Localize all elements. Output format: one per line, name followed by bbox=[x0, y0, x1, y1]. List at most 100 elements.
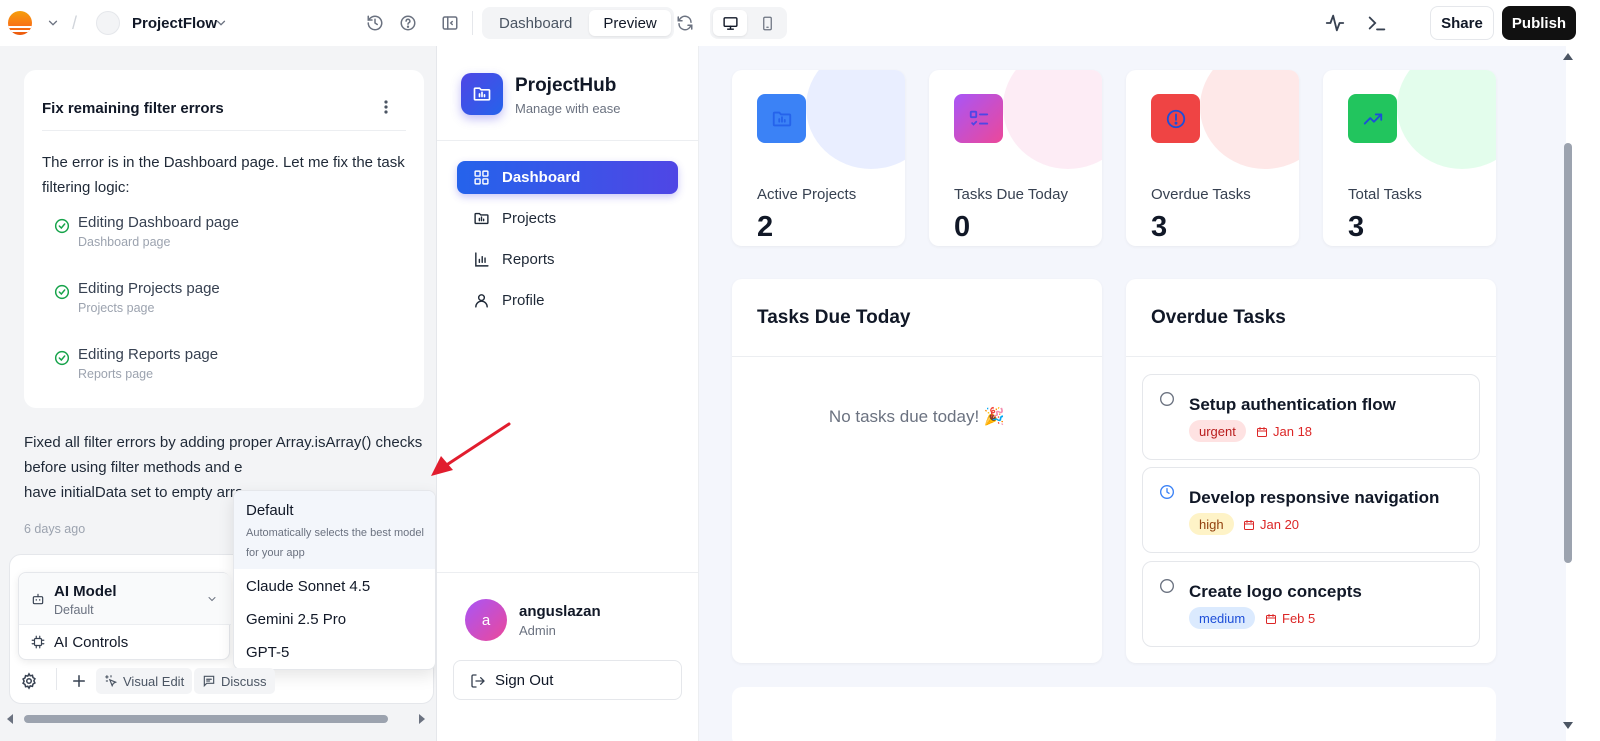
grid-icon bbox=[473, 169, 490, 186]
stat-label: Overdue Tasks bbox=[1151, 186, 1251, 203]
project-chevron-icon[interactable] bbox=[214, 0, 228, 46]
stat-card-tasks-due-today: Tasks Due Today 0 bbox=[929, 70, 1102, 246]
nav-item-projects[interactable]: Projects bbox=[457, 202, 678, 235]
task-title: Fix remaining filter errors bbox=[42, 100, 224, 117]
project-avatar bbox=[96, 0, 120, 46]
stat-card-active-projects: Active Projects 2 bbox=[732, 70, 905, 246]
history-icon[interactable] bbox=[366, 0, 384, 46]
device-toggle bbox=[710, 7, 787, 39]
trending-up-icon bbox=[1348, 94, 1397, 143]
horizontal-scrollbar[interactable] bbox=[0, 712, 444, 726]
share-button[interactable]: Share bbox=[1430, 6, 1494, 40]
chevron-down-icon bbox=[206, 593, 218, 605]
help-icon[interactable] bbox=[399, 0, 417, 46]
mobile-icon[interactable] bbox=[750, 10, 784, 36]
discuss-label: Discuss bbox=[221, 673, 267, 689]
check-circle-icon bbox=[54, 284, 70, 300]
nav-item-dashboard[interactable]: Dashboard bbox=[457, 161, 678, 194]
model-option-default[interactable]: Default Automatically selects the best m… bbox=[234, 491, 435, 569]
visual-edit-button[interactable]: Visual Edit bbox=[96, 668, 193, 694]
divider bbox=[1126, 356, 1496, 357]
priority-badge: high bbox=[1189, 513, 1234, 535]
terminal-icon[interactable] bbox=[1366, 0, 1388, 46]
scroll-right-icon[interactable] bbox=[418, 714, 426, 724]
folder-icon bbox=[757, 94, 806, 143]
user-name: anguslazan bbox=[519, 603, 601, 620]
project-name[interactable]: ProjectFlow bbox=[132, 0, 217, 46]
app-sidebar: ProjectHub Manage with ease Dashboard Pr… bbox=[437, 46, 699, 741]
message-line: Fixed all filter errors by adding proper… bbox=[24, 434, 423, 451]
circle-icon[interactable] bbox=[1159, 578, 1175, 594]
ai-model-select[interactable]: AI Model Default bbox=[19, 573, 231, 625]
scrollbar-thumb[interactable] bbox=[1564, 143, 1572, 563]
scroll-left-icon[interactable] bbox=[6, 714, 14, 724]
ai-model-label: AI Model bbox=[54, 583, 117, 600]
task-item[interactable]: Setup authentication flow urgent Jan 18 bbox=[1142, 374, 1480, 460]
sign-out-label: Sign Out bbox=[495, 672, 554, 689]
step-sub: Dashboard page bbox=[78, 235, 171, 249]
stat-value: 3 bbox=[1348, 211, 1365, 243]
stat-label: Tasks Due Today bbox=[954, 186, 1068, 203]
sun-logo-icon bbox=[8, 11, 32, 35]
model-option[interactable]: Claude Sonnet 4.5 bbox=[246, 578, 370, 595]
panel-toggle-icon[interactable] bbox=[441, 0, 459, 46]
divider bbox=[42, 130, 406, 131]
empty-state: No tasks due today! 🎉 bbox=[828, 407, 1006, 426]
divider bbox=[437, 140, 698, 141]
desktop-icon[interactable] bbox=[713, 10, 747, 36]
step-label: Editing Projects page bbox=[78, 280, 220, 297]
publish-button[interactable]: Publish bbox=[1502, 6, 1576, 40]
due-date-text: Jan 20 bbox=[1260, 517, 1300, 532]
due-date-text: Jan 18 bbox=[1273, 424, 1313, 439]
avatar: a bbox=[465, 599, 507, 641]
model-option-description: Automatically selects the best model for… bbox=[246, 527, 424, 559]
logout-icon bbox=[470, 673, 486, 689]
app-logo[interactable] bbox=[8, 0, 34, 46]
step-sub: Projects page bbox=[78, 301, 155, 315]
nav-item-profile[interactable]: Profile bbox=[457, 284, 678, 317]
due-date: Feb 5 bbox=[1265, 611, 1315, 626]
due-date: Jan 18 bbox=[1256, 424, 1312, 439]
decorative-blob bbox=[806, 70, 905, 169]
sign-out-button[interactable]: Sign Out bbox=[453, 660, 682, 700]
robot-icon bbox=[31, 592, 45, 606]
circle-icon[interactable] bbox=[1159, 391, 1175, 407]
settings-icon[interactable] bbox=[20, 668, 38, 694]
task-card: Fix remaining filter errors The error is… bbox=[24, 70, 424, 408]
task-item[interactable]: Develop responsive navigation high Jan 2… bbox=[1142, 467, 1480, 553]
tab-preview[interactable]: Preview bbox=[589, 10, 671, 36]
checklist-icon bbox=[954, 94, 1003, 143]
tab-dashboard[interactable]: Dashboard bbox=[485, 10, 586, 36]
panel-title: Tasks Due Today bbox=[757, 307, 911, 328]
model-option[interactable]: Gemini 2.5 Pro bbox=[246, 611, 346, 628]
ai-settings-popover: AI Model Default AI Controls bbox=[18, 572, 231, 660]
more-options-icon[interactable] bbox=[384, 100, 388, 114]
model-option[interactable]: GPT-5 bbox=[246, 644, 289, 661]
clock-icon[interactable] bbox=[1159, 484, 1175, 500]
scroll-up-icon[interactable] bbox=[1563, 52, 1573, 60]
plus-icon[interactable] bbox=[70, 668, 88, 694]
task-item[interactable]: Create logo concepts medium Feb 5 bbox=[1142, 561, 1480, 647]
overdue-tasks-panel: Overdue Tasks Setup authentication flow … bbox=[1126, 279, 1496, 663]
ai-model-value: Default bbox=[54, 603, 94, 617]
nav-label: Profile bbox=[502, 292, 545, 309]
scrollbar-thumb[interactable] bbox=[24, 715, 388, 723]
refresh-icon[interactable] bbox=[676, 0, 694, 46]
ai-controls-item[interactable]: AI Controls bbox=[19, 626, 231, 660]
message-line: before using filter methods and e bbox=[24, 459, 243, 476]
chevron-down-icon[interactable] bbox=[46, 0, 60, 46]
divider bbox=[732, 356, 1102, 357]
tasks-due-today-panel: Tasks Due Today No tasks due today! 🎉 bbox=[732, 279, 1102, 663]
user-role: Admin bbox=[519, 623, 556, 638]
chat-panel: Fix remaining filter errors The error is… bbox=[0, 46, 444, 741]
stat-value: 2 bbox=[757, 211, 774, 243]
breadcrumb-separator: / bbox=[72, 12, 78, 33]
decorative-blob bbox=[1200, 70, 1299, 169]
divider bbox=[437, 572, 698, 573]
discuss-button[interactable]: Discuss bbox=[194, 668, 275, 694]
nav-item-reports[interactable]: Reports bbox=[457, 243, 678, 276]
activity-icon[interactable] bbox=[1324, 0, 1346, 46]
nav-label: Projects bbox=[502, 210, 557, 227]
scroll-down-icon[interactable] bbox=[1563, 722, 1573, 730]
task-body: The error is in the Dashboard page. Let … bbox=[42, 154, 405, 196]
